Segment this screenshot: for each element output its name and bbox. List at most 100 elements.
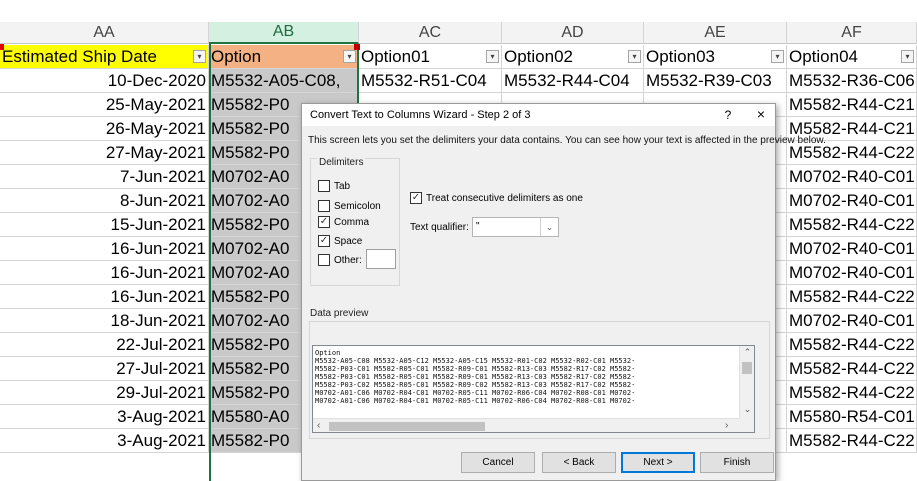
cell[interactable]: M5582-R44-C22 xyxy=(787,357,917,381)
scroll-up-icon[interactable]: ⌃ xyxy=(740,347,754,358)
delimiters-group: Delimiters Tab Semicolon ✓ Comma ✓ Space… xyxy=(310,157,400,286)
delimiter-space[interactable]: ✓ Space xyxy=(318,234,362,248)
cell[interactable]: M5532-R51-C04 xyxy=(359,69,502,93)
cell-text: M5582-P0 xyxy=(211,335,290,354)
cell[interactable]: M0702-R40-C01 xyxy=(787,261,917,285)
cell[interactable]: 15-Jun-2021 xyxy=(0,213,209,237)
filter-dropdown-icon[interactable]: ▾ xyxy=(628,50,641,63)
text-qualifier-select[interactable]: " ⌄ xyxy=(472,217,559,237)
delimiter-other-label: Other: xyxy=(334,254,362,266)
cell[interactable]: 16-Jun-2021 xyxy=(0,285,209,309)
cell[interactable]: 27-Jul-2021 xyxy=(0,357,209,381)
cell-text: Option01 xyxy=(361,47,430,66)
vertical-scroll-thumb[interactable] xyxy=(742,362,752,374)
scroll-right-icon[interactable]: › xyxy=(725,420,728,431)
header-cell[interactable]: Option01 ▾ xyxy=(359,45,502,69)
column-header-ac[interactable]: AC xyxy=(359,22,502,44)
data-preview[interactable]: Option M5532-A05-C08 M5532-A05-C12 M5532-… xyxy=(312,345,755,433)
filter-dropdown-icon[interactable]: ▾ xyxy=(901,50,914,63)
checkbox-icon[interactable]: ✓ xyxy=(318,216,330,228)
header-cell[interactable]: Option ▾ xyxy=(209,45,359,69)
cell[interactable]: M5532-A05-C08, xyxy=(209,69,359,93)
filter-dropdown-icon[interactable]: ▾ xyxy=(771,50,784,63)
checkbox-icon[interactable] xyxy=(318,200,330,212)
filter-dropdown-icon[interactable]: ▾ xyxy=(343,50,356,63)
cancel-button[interactable]: Cancel xyxy=(461,452,535,473)
cell-text: Option03 xyxy=(646,47,715,66)
cell[interactable]: M5582-R44-C22 xyxy=(787,213,917,237)
preview-line: M0702-A01-C06 M0702-R04-C01 M0702-R05-C1… xyxy=(315,389,636,397)
cell[interactable]: 25-May-2021 xyxy=(0,93,209,117)
vertical-scrollbar[interactable]: ⌃ ⌄ xyxy=(739,346,754,418)
delimiter-tab[interactable]: Tab xyxy=(318,179,350,193)
cell[interactable]: M5582-R44-C22 xyxy=(787,429,917,453)
cell[interactable]: M0702-R40-C01 xyxy=(787,165,917,189)
filter-dropdown-icon[interactable]: ▾ xyxy=(193,50,206,63)
cell[interactable]: 8-Jun-2021 xyxy=(0,189,209,213)
cell-text: M0702-R40-C01 xyxy=(789,239,915,258)
cell[interactable]: M5532-R36-C06 xyxy=(787,69,917,93)
back-button[interactable]: < Back xyxy=(542,452,616,473)
checkbox-icon[interactable]: ✓ xyxy=(318,235,330,247)
header-cell[interactable]: Estimated Ship Date ▾ xyxy=(0,45,209,69)
cell[interactable]: M0702-R40-C01 xyxy=(787,237,917,261)
cell[interactable]: 16-Jun-2021 xyxy=(0,261,209,285)
chevron-down-icon[interactable]: ⌄ xyxy=(540,218,558,236)
checkbox-icon[interactable] xyxy=(318,254,330,266)
back-button-label: < Back xyxy=(563,457,595,468)
cell[interactable]: M0702-R40-C01 xyxy=(787,309,917,333)
cell-text: M5532-R51-C04 xyxy=(361,71,487,90)
column-header-ad[interactable]: AD xyxy=(502,22,644,44)
cell[interactable]: M5580-R54-C01 xyxy=(787,405,917,429)
column-header-ab[interactable]: AB xyxy=(209,22,359,44)
delimiter-other[interactable]: Other: xyxy=(318,253,362,267)
help-button[interactable]: ? xyxy=(721,108,735,122)
horizontal-scrollbar[interactable]: ‹ › xyxy=(313,418,739,432)
finish-button[interactable]: Finish xyxy=(700,452,774,473)
checkbox-icon[interactable]: ✓ xyxy=(410,192,422,204)
other-delimiter-input[interactable] xyxy=(366,249,396,269)
consecutive-delimiters-option[interactable]: ✓ Treat consecutive delimiters as one xyxy=(410,192,583,204)
cell-text: M5582-P0 xyxy=(211,359,290,378)
column-header-aa[interactable]: AA xyxy=(0,22,209,44)
next-button[interactable]: Next > xyxy=(621,452,695,473)
scroll-left-icon[interactable]: ‹ xyxy=(317,420,320,431)
cell[interactable]: M0702-R40-C01 xyxy=(787,189,917,213)
filter-dropdown-icon[interactable]: ▾ xyxy=(486,50,499,63)
horizontal-scroll-thumb[interactable] xyxy=(329,422,485,431)
cell[interactable]: 29-Jul-2021 xyxy=(0,381,209,405)
cell[interactable]: 18-Jun-2021 xyxy=(0,309,209,333)
cell-text: M0702-A0 xyxy=(211,311,290,330)
cell[interactable]: M5582-R44-C22 xyxy=(787,381,917,405)
preview-line: M5582-P03-C02 M5582-R05-C01 M5582-R09-C0… xyxy=(315,381,636,389)
cell[interactable]: M5532-R44-C04 xyxy=(502,69,644,93)
cell[interactable]: 3-Aug-2021 xyxy=(0,429,209,453)
dialog-title: Convert Text to Columns Wizard - Step 2 … xyxy=(310,109,531,121)
close-button[interactable]: × xyxy=(753,106,769,122)
cell-text: M5582-P0 xyxy=(211,287,290,306)
cell[interactable]: 26-May-2021 xyxy=(0,117,209,141)
column-header-af[interactable]: AF xyxy=(787,22,917,44)
delimiter-semicolon[interactable]: Semicolon xyxy=(318,199,381,213)
selection-fill-handle[interactable] xyxy=(354,44,360,50)
cell[interactable]: M5532-R39-C03 xyxy=(644,69,787,93)
checkbox-icon[interactable] xyxy=(318,180,330,192)
dialog-titlebar[interactable]: Convert Text to Columns Wizard - Step 2 … xyxy=(302,104,775,126)
cell[interactable]: 22-Jul-2021 xyxy=(0,333,209,357)
cell[interactable]: 16-Jun-2021 xyxy=(0,237,209,261)
column-header-ae[interactable]: AE xyxy=(644,22,787,44)
cell[interactable]: M5582-R44-C21 xyxy=(787,93,917,117)
cell[interactable]: 27-May-2021 xyxy=(0,141,209,165)
cell[interactable]: 7-Jun-2021 xyxy=(0,165,209,189)
cell[interactable]: M5582-R44-C22 xyxy=(787,333,917,357)
cell[interactable]: 3-Aug-2021 xyxy=(0,405,209,429)
cell-text: 18-Jun-2021 xyxy=(110,311,206,330)
cell-text: M5582-P0 xyxy=(211,383,290,402)
header-cell[interactable]: Option04 ▾ xyxy=(787,45,917,69)
header-cell[interactable]: Option03 ▾ xyxy=(644,45,787,69)
cell[interactable]: 10-Dec-2020 xyxy=(0,69,209,93)
header-cell[interactable]: Option02 ▾ xyxy=(502,45,644,69)
cell[interactable]: M5582-R44-C22 xyxy=(787,285,917,309)
delimiter-comma[interactable]: ✓ Comma xyxy=(318,215,369,229)
scroll-down-icon[interactable]: ⌄ xyxy=(740,404,754,415)
